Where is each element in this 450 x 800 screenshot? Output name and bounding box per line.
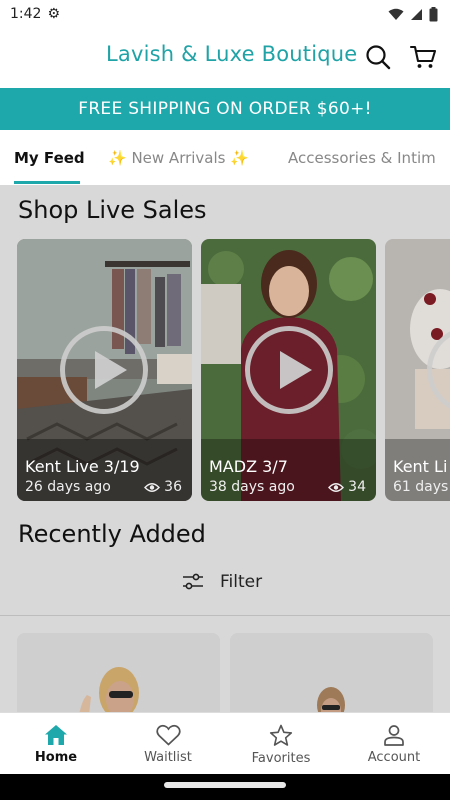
filter-label: Filter [220,572,263,592]
nav-account[interactable]: Account [338,713,450,775]
promo-banner[interactable]: FREE SHIPPING ON ORDER $60+! [0,88,450,130]
home-icon [45,725,67,745]
nav-waitlist-label: Waitlist [144,750,192,765]
product-image [230,633,433,712]
signal-icon [411,8,422,20]
view-count: 34 [328,479,366,495]
view-count-value: 36 [164,479,182,495]
wifi-icon [388,8,404,20]
feed-content: Shop Live Sales Kent Live 3/19 26 days a… [0,185,450,712]
active-tab-indicator [14,181,80,184]
app-title: Lavish & Luxe Boutique [106,42,358,66]
eye-icon [328,482,345,492]
product-card[interactable] [230,633,433,712]
heart-icon [155,724,181,746]
play-icon[interactable] [245,326,333,414]
nav-favorites[interactable]: Favorites [225,713,337,775]
battery-icon [429,6,438,21]
filter-button[interactable]: Filter [182,572,262,592]
tab-accessories[interactable]: Accessories & Intim [288,149,436,167]
promo-text: FREE SHIPPING ON ORDER $60+! [78,99,372,119]
nav-favorites-label: Favorites [251,751,311,766]
live-sale-age: 26 days ago [25,479,111,495]
live-sale-age: 38 days ago [209,479,295,495]
filter-icon [183,573,203,590]
status-bar: 1:42 ⚙ [0,0,450,28]
star-icon [269,724,293,746]
view-count: 36 [144,479,182,495]
tab-my-feed[interactable]: My Feed [14,149,85,167]
live-sale-card[interactable]: MADZ 3/7 38 days ago 34 [201,239,376,501]
home-gesture-handle[interactable] [164,782,286,788]
live-sale-title: MADZ 3/7 [209,457,288,476]
eye-icon [144,482,161,492]
nav-waitlist[interactable]: Waitlist [112,713,224,775]
live-sale-age: 61 days [393,479,449,495]
live-sale-title: Kent Li [393,457,448,476]
product-image [17,633,220,712]
system-nav-bar [0,774,450,800]
product-card[interactable] [17,633,220,712]
play-icon[interactable] [60,326,148,414]
cart-icon[interactable] [409,43,437,71]
nav-account-label: Account [367,750,421,765]
view-count-value: 34 [348,479,366,495]
live-sales-title: Shop Live Sales [18,196,207,224]
bottom-nav: Home Waitlist Favorites Account [0,712,450,774]
nav-home[interactable]: Home [0,713,112,775]
recently-added-title: Recently Added [18,520,206,548]
category-tabs: My Feed ✨ New Arrivals ✨ Accessories & I… [0,130,450,185]
nav-home-label: Home [34,750,78,765]
section-divider [0,615,450,616]
status-icons [388,6,438,22]
tab-new-arrivals[interactable]: ✨ New Arrivals ✨ [108,149,249,167]
search-icon[interactable] [364,43,392,71]
gear-icon: ⚙ [47,6,61,22]
app-header: Lavish & Luxe Boutique [0,28,450,88]
live-sale-card[interactable]: Kent Li 61 days [385,239,450,501]
person-icon [384,725,404,746]
status-time: 1:42 [10,6,42,22]
live-sale-card[interactable]: Kent Live 3/19 26 days ago 36 [17,239,192,501]
live-sale-title: Kent Live 3/19 [25,457,140,476]
